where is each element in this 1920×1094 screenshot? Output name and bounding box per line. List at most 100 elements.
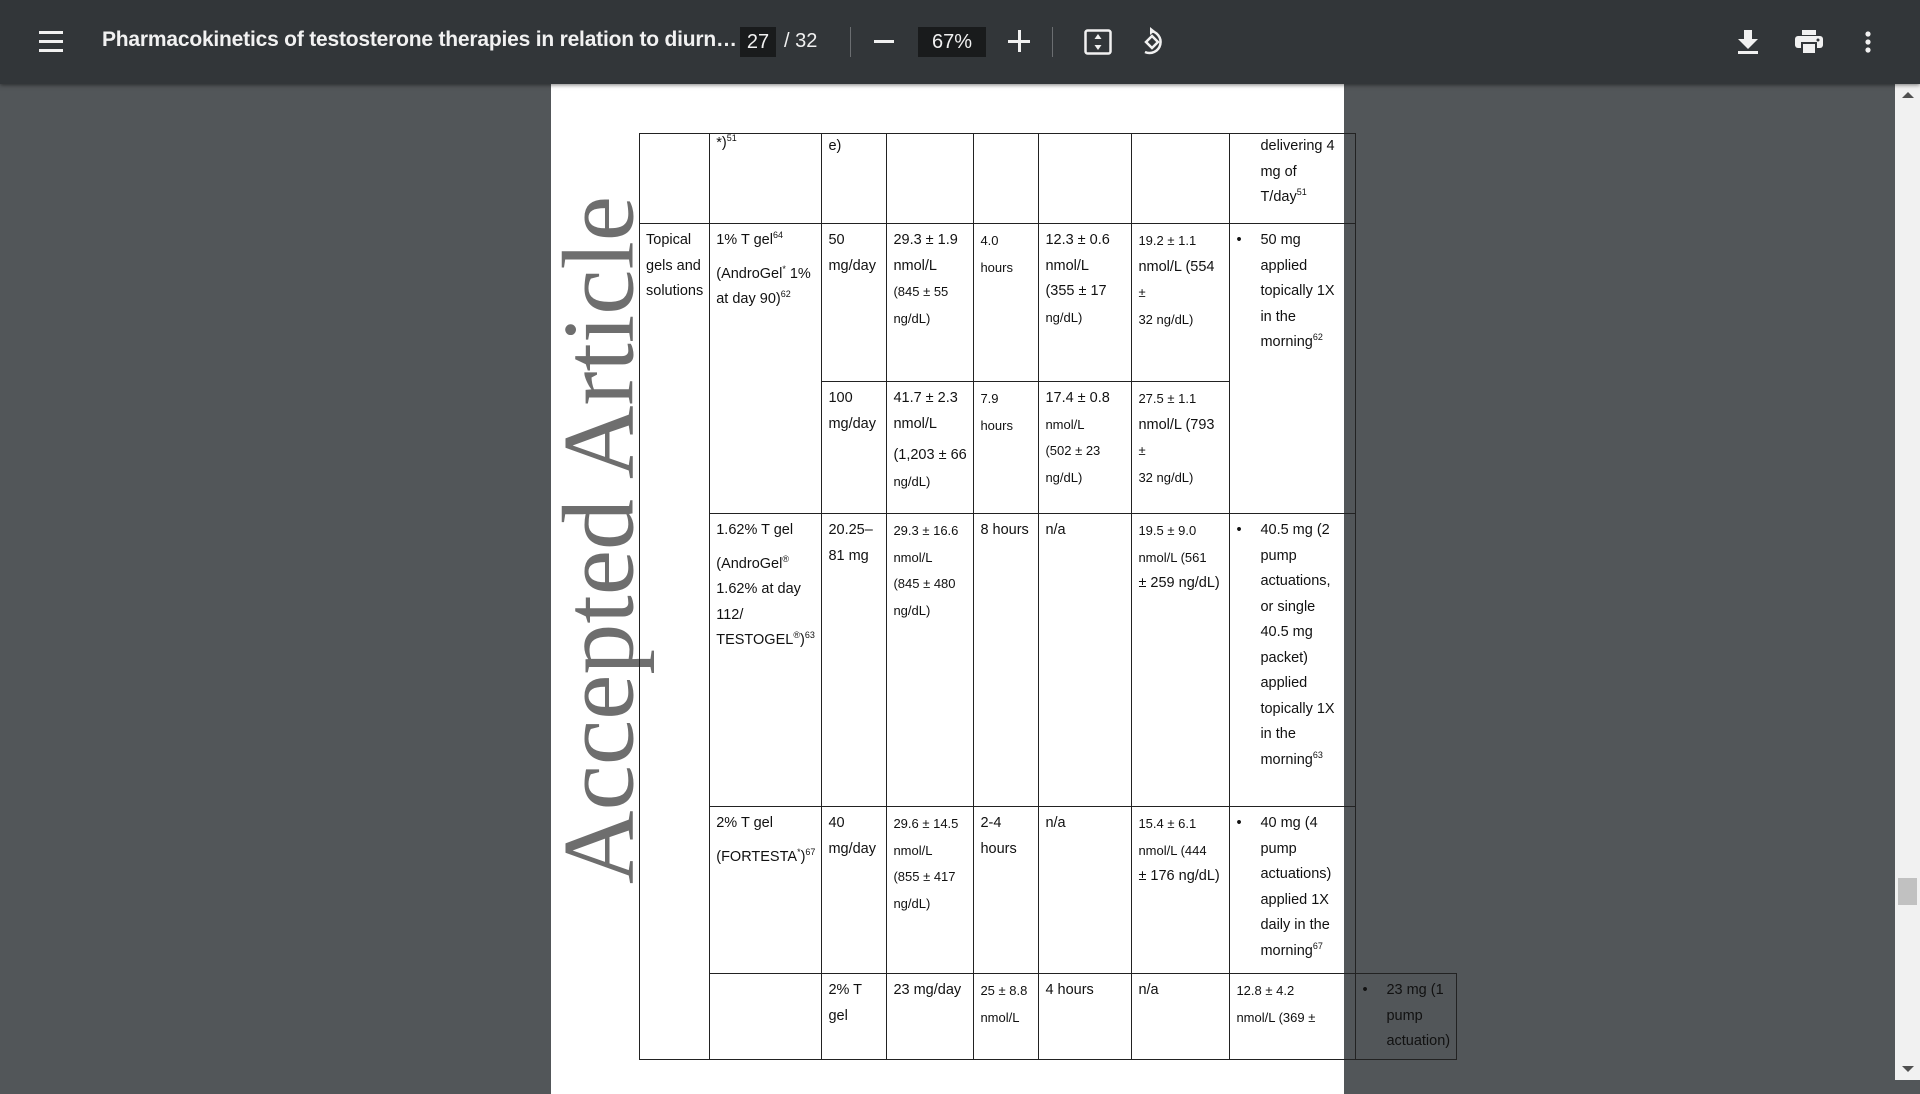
regimen-text: pump — [1260, 547, 1297, 564]
product-text: 1.62% T gel — [716, 522, 794, 538]
scroll-down-arrow-icon[interactable] — [1902, 1066, 1914, 1072]
regimen-text: morning — [1260, 942, 1313, 959]
table-row: *)51 e) delivering 4 mg of T/day51 — [638, 133, 1457, 224]
cmax-cell: 29.3 ± 16.6 nmol/L (845 ± 480 ng/dL) — [886, 513, 975, 807]
regimen-text: packet) — [1260, 649, 1308, 666]
accepted-article-watermark: Accepted Article — [543, 190, 656, 890]
cavg-value: 15.4 ± 6.1 — [1138, 816, 1197, 831]
cmax-ngdl: (1,203 ± 66 — [893, 447, 967, 463]
cmin-cell: 17.4 ± 0.8 nmol/L (502 ± 23 ng/dL) — [1038, 381, 1133, 514]
product-text: 1% T gel — [716, 232, 773, 248]
regimen-text: topically 1X — [1260, 700, 1335, 717]
cmin-value: n/a — [1138, 982, 1159, 998]
download-button[interactable] — [1730, 24, 1766, 60]
cavg-cell: 12.8 ± 4.2 nmol/L (369 ± — [1229, 973, 1357, 1060]
regimen-text: applied 1X — [1260, 891, 1329, 908]
cavg-cell — [1131, 133, 1231, 224]
scroll-up-arrow-icon[interactable] — [1902, 92, 1914, 98]
cavg-text: ± — [1138, 443, 1146, 458]
download-icon — [1738, 30, 1758, 54]
tmax-text: 4 hours — [1045, 982, 1094, 998]
cmax-ngdl: (855 ± 417 — [893, 869, 956, 884]
reference-superscript: 51 — [1296, 187, 1307, 198]
product-text: (AndroGel — [716, 555, 783, 572]
reference-superscript: 64 — [772, 230, 783, 241]
zoom-in-button[interactable] — [1008, 30, 1030, 52]
dose-text: 50 mg/day — [828, 232, 876, 274]
tmax-text: 7.9 hours — [980, 391, 1013, 433]
trademark-superscript: ® — [793, 630, 800, 641]
tmax-text: 8 hours — [980, 522, 1029, 538]
cmax-unit: nmol/L — [893, 257, 937, 274]
cmin-value: 12.3 ± 0.6 — [1045, 232, 1110, 248]
regimen-text: morning — [1260, 334, 1313, 350]
rotate-button[interactable] — [1134, 24, 1170, 60]
product-text: 2% T gel — [716, 815, 773, 831]
regimen-text: morning — [1260, 751, 1313, 768]
regimen-text: delivering 4 — [1260, 138, 1335, 154]
cavg-ngdl: 32 ng/dL) — [1138, 469, 1194, 485]
rotate-icon — [1144, 27, 1162, 55]
page-number-input[interactable] — [740, 27, 776, 57]
regimen-text: 40 mg (4 — [1260, 815, 1318, 831]
cmax-value: 29.3 ± 16.6 — [893, 523, 959, 538]
regimen-text: in the — [1260, 726, 1296, 742]
cavg-cell: 19.5 ± 9.0 nmol/L (561 ± 259 ng/dL) — [1131, 513, 1231, 807]
document-title: Pharmacokinetics of testosterone therapi… — [102, 28, 737, 51]
cmin-ngdl-unit: ng/dL) — [1045, 469, 1083, 485]
dose-text: 40 mg/day — [828, 815, 876, 857]
cmax-value: 29.3 ± 1.9 — [893, 232, 958, 248]
product-text: (FORTESTA — [716, 848, 798, 865]
print-button[interactable] — [1790, 24, 1828, 60]
cmax-unit: nmol/L — [893, 842, 933, 858]
cavg-value: 19.5 ± 9.0 — [1138, 523, 1197, 538]
cmax-ngdl-unit: ng/dL) — [893, 895, 931, 911]
dose-cell: 23 mg/day — [886, 973, 975, 1060]
scrollbar-thumb[interactable] — [1898, 878, 1917, 905]
cmin-cell: n/a — [1038, 513, 1133, 807]
cmax-cell — [886, 133, 975, 224]
regimen-cell: delivering 4 mg of T/day51 — [1229, 133, 1357, 224]
regimen-text: T/day — [1260, 189, 1297, 205]
regimen-text: or single — [1260, 598, 1316, 615]
cmax-cell: 29.6 ± 14.5 nmol/L (855 ± 417 ng/dL) — [886, 806, 975, 974]
product-cell: 2% T gel (FORTESTA*)67 — [709, 806, 823, 974]
pdf-toolbar: Pharmacokinetics of testosterone therapi… — [0, 0, 1920, 84]
regimen-text: pump — [1386, 1007, 1423, 1024]
cavg-text: ± — [1138, 285, 1146, 300]
cmin-value: n/a — [1045, 815, 1066, 831]
product-text: 2% T gel — [828, 982, 862, 1024]
reference-superscript: 63 — [1312, 749, 1323, 760]
more-icon — [1865, 31, 1871, 53]
zoom-out-button[interactable] — [874, 40, 894, 43]
cmin-ngdl: (355 ± 17 — [1045, 283, 1107, 299]
tmax-cell: 2-4 hours — [973, 806, 1040, 974]
more-actions-button[interactable] — [1850, 24, 1886, 60]
menu-button[interactable] — [34, 26, 68, 58]
cavg-ngdl: ± 176 ng/dL) — [1138, 868, 1220, 884]
tmax-text: 4.0 hours — [980, 233, 1013, 275]
reference-superscript: 62 — [1312, 332, 1323, 343]
product-text: (AndroGel — [716, 265, 783, 282]
vertical-scrollbar[interactable] — [1895, 84, 1920, 1080]
cmax-cell: 29.3 ± 1.9 nmol/L (845 ± 55 ng/dL) — [886, 223, 975, 382]
reference-superscript: 63 — [804, 630, 815, 641]
category-text: Topical gels and solutions — [646, 232, 704, 299]
regimen-bullet: 40 mg (4 pump actuations) applied 1X dai… — [1236, 811, 1349, 964]
page-total: / 32 — [784, 30, 818, 52]
zoom-level-input[interactable] — [918, 27, 986, 57]
cavg-unit: nmol/L (554 — [1138, 258, 1215, 275]
fit-page-button[interactable] — [1080, 26, 1116, 58]
regimen-text: 23 mg (1 — [1386, 982, 1444, 998]
cmin-ngdl-unit: ng/dL) — [1045, 309, 1083, 325]
cavg-unit: nmol/L (793 — [1138, 416, 1215, 433]
cavg-unit: nmol/L (561 — [1138, 549, 1207, 565]
reference-superscript: 51 — [726, 133, 737, 144]
reference-superscript: 67 — [805, 846, 816, 857]
cavg-unit: nmol/L (444 — [1138, 842, 1207, 858]
cmax-ngdl: (845 ± 55 — [893, 284, 949, 299]
pharmacokinetics-table: *)51 e) delivering 4 mg of T/day51 Topic… — [638, 133, 1458, 1060]
cmax-ngdl-unit: ng/dL) — [893, 602, 931, 618]
dose-cell: 50 mg/day — [821, 223, 888, 382]
print-icon — [1795, 30, 1823, 54]
